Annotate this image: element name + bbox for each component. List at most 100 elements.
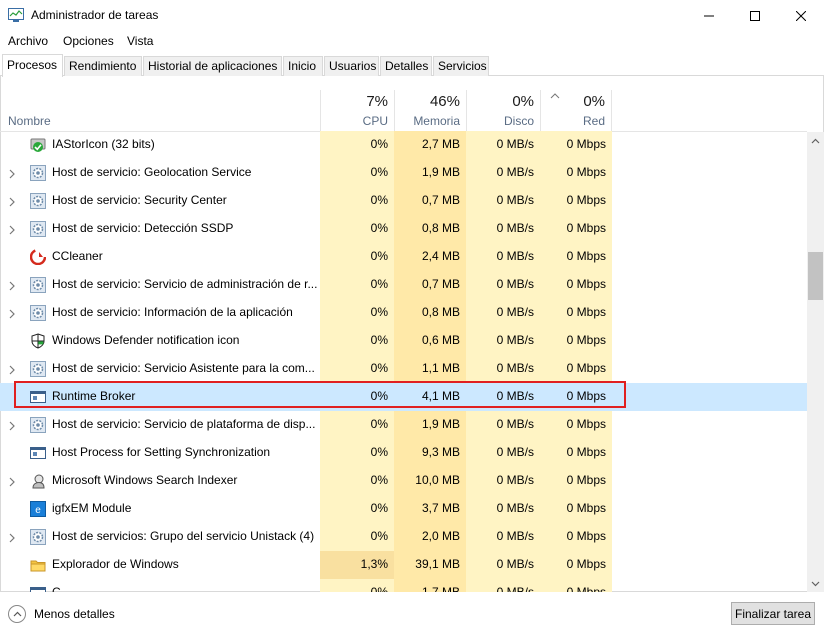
menu-archivo[interactable]: Archivo bbox=[8, 34, 48, 48]
process-name: Host de servicio: Detección SSDP bbox=[52, 221, 234, 235]
header-disk[interactable]: 0% Disco bbox=[466, 90, 540, 132]
disk-value: 0 MB/s bbox=[466, 439, 540, 467]
menu-opciones[interactable]: Opciones bbox=[63, 34, 114, 48]
expand-chevron-icon[interactable] bbox=[8, 168, 16, 179]
network-value: 0 Mbps bbox=[540, 579, 612, 592]
tab-procesos[interactable]: Procesos bbox=[2, 54, 63, 77]
disk-value: 0 MB/s bbox=[466, 131, 540, 159]
minimize-button[interactable] bbox=[686, 0, 732, 31]
table-row[interactable]: Host de servicios: Grupo del servicio Un… bbox=[0, 523, 807, 551]
disk-value: 0 MB/s bbox=[466, 495, 540, 523]
table-row[interactable]: Host de servicio: Servicio de administra… bbox=[0, 271, 807, 299]
end-task-button[interactable]: Finalizar tarea bbox=[731, 602, 815, 625]
disk-value: 0 MB/s bbox=[466, 411, 540, 439]
tab-servicios[interactable]: Servicios bbox=[433, 56, 489, 76]
shield-icon bbox=[30, 333, 46, 349]
table-row[interactable]: Host de servicio: Security Center 0% 0,7 M… bbox=[0, 187, 807, 215]
disk-value: 0 MB/s bbox=[466, 579, 540, 592]
less-details-button[interactable]: Menos detalles bbox=[8, 604, 115, 624]
expand-chevron-icon[interactable] bbox=[8, 364, 16, 375]
table-row[interactable]: C... 0% 1,7 MB 0 MB/s 0 Mbps bbox=[0, 579, 807, 592]
network-value: 0 Mbps bbox=[540, 523, 612, 551]
scroll-down-button[interactable] bbox=[807, 575, 824, 592]
gear-icon bbox=[30, 417, 46, 433]
table-row[interactable]: Host de servicio: Servicio de plataforma… bbox=[0, 411, 807, 439]
expand-chevron-icon[interactable] bbox=[8, 308, 16, 319]
network-value: 0 Mbps bbox=[540, 215, 612, 243]
table-row[interactable]: Microsoft Windows Search Indexer 0% 10,0 M… bbox=[0, 467, 807, 495]
expand-chevron-icon[interactable] bbox=[8, 420, 16, 431]
memory-value: 2,4 MB bbox=[394, 243, 466, 271]
menu-vista[interactable]: Vista bbox=[127, 34, 153, 48]
expand-chevron-icon[interactable] bbox=[8, 224, 16, 235]
close-button[interactable] bbox=[778, 0, 824, 31]
tab-historial[interactable]: Historial de aplicaciones bbox=[143, 56, 282, 76]
header-memory[interactable]: 46% Memoria bbox=[394, 90, 466, 132]
window-title: Administrador de tareas bbox=[31, 8, 159, 22]
expand-chevron-icon[interactable] bbox=[8, 532, 16, 543]
expand-chevron-icon[interactable] bbox=[8, 280, 16, 291]
table-row[interactable]: Host de servicio: Geolocation Service 0% 1… bbox=[0, 159, 807, 187]
network-value: 0 Mbps bbox=[540, 439, 612, 467]
search-indexer-icon bbox=[30, 473, 46, 489]
process-name: Host de servicio: Servicio de plataforma… bbox=[52, 417, 316, 431]
cpu-total: 7% bbox=[366, 93, 388, 110]
table-row[interactable]: Windows Defender notification icon 0% 0,6 … bbox=[0, 327, 807, 355]
disk-value: 0 MB/s bbox=[466, 243, 540, 271]
maximize-button[interactable] bbox=[732, 0, 778, 31]
table-row[interactable]: Host de servicio: Información de la apli… bbox=[0, 299, 807, 327]
disk-label: Disco bbox=[503, 114, 534, 128]
cpu-value: 0% bbox=[320, 187, 394, 215]
disk-value: 0 MB/s bbox=[466, 523, 540, 551]
svg-text:e: e bbox=[35, 505, 41, 516]
vertical-scrollbar[interactable] bbox=[807, 132, 824, 592]
tab-detalles[interactable]: Detalles bbox=[380, 56, 432, 76]
process-name: Host de servicio: Servicio Asistente par… bbox=[52, 361, 315, 375]
network-value: 0 Mbps bbox=[540, 355, 612, 383]
process-name: Host de servicio: Security Center bbox=[52, 193, 227, 207]
process-list: IAStorIcon (32 bits) 0% 2,7 MB 0 MB/s 0 Mbps… bbox=[0, 131, 807, 592]
window-icon bbox=[30, 389, 46, 405]
expand-chevron-icon[interactable] bbox=[8, 476, 16, 487]
memory-value: 0,8 MB bbox=[394, 299, 466, 327]
table-row-selected[interactable]: Runtime Broker 0% 4,1 MB 0 MB/s 0 Mbps bbox=[0, 383, 807, 411]
memory-label: Memoria bbox=[413, 114, 460, 128]
table-row[interactable]: Host de servicio: Detección SSDP 0% 0,8 MB… bbox=[0, 215, 807, 243]
disk-value: 0 MB/s bbox=[466, 551, 540, 579]
cpu-value: 0% bbox=[320, 523, 394, 551]
window-icon bbox=[30, 445, 46, 461]
gear-icon bbox=[30, 277, 46, 293]
header-name[interactable]: Nombre bbox=[8, 114, 51, 128]
memory-value: 1,7 MB bbox=[394, 579, 466, 592]
maximize-icon bbox=[750, 10, 760, 21]
tab-rendimiento[interactable]: Rendimiento bbox=[64, 56, 142, 76]
disk-value: 0 MB/s bbox=[466, 187, 540, 215]
table-row[interactable]: CCleaner 0% 2,4 MB 0 MB/s 0 Mbps bbox=[0, 243, 807, 271]
memory-total: 46% bbox=[429, 93, 460, 110]
folder-icon bbox=[30, 557, 46, 573]
table-row[interactable]: e igfxEM Module 0% 3,7 MB 0 MB/s 0 Mbps bbox=[0, 495, 807, 523]
cpu-value: 0% bbox=[320, 355, 394, 383]
scroll-thumb[interactable] bbox=[808, 252, 823, 300]
table-row[interactable]: Explorador de Windows 1,3% 39,1 MB 0 MB/s 0 … bbox=[0, 551, 807, 579]
ccleaner-icon bbox=[29, 248, 47, 266]
header-cpu[interactable]: 7% CPU bbox=[320, 90, 394, 132]
table-row[interactable]: Host Process for Setting Synchronization… bbox=[0, 439, 807, 467]
table-row[interactable]: Host de servicio: Servicio Asistente par… bbox=[0, 355, 807, 383]
scroll-up-button[interactable] bbox=[807, 132, 824, 149]
table-row[interactable]: IAStorIcon (32 bits) 0% 2,7 MB 0 MB/s 0 Mbps bbox=[0, 131, 807, 159]
window-icon bbox=[30, 585, 46, 592]
process-name: Host de servicio: Servicio de administra… bbox=[52, 277, 318, 291]
gear-icon bbox=[30, 221, 46, 237]
network-value: 0 Mbps bbox=[540, 495, 612, 523]
menu-bar: Archivo Opciones Vista bbox=[0, 31, 824, 51]
network-value: 0 Mbps bbox=[540, 383, 612, 411]
process-name: Explorador de Windows bbox=[52, 557, 179, 571]
tab-usuarios[interactable]: Usuarios bbox=[324, 56, 379, 76]
expand-chevron-icon[interactable] bbox=[8, 196, 16, 207]
disk-value: 0 MB/s bbox=[466, 159, 540, 187]
tab-inicio[interactable]: Inicio bbox=[283, 56, 323, 76]
network-value: 0 Mbps bbox=[540, 467, 612, 495]
tab-strip: Procesos Rendimiento Historial de aplica… bbox=[0, 54, 824, 77]
chevron-up-icon bbox=[811, 138, 820, 143]
